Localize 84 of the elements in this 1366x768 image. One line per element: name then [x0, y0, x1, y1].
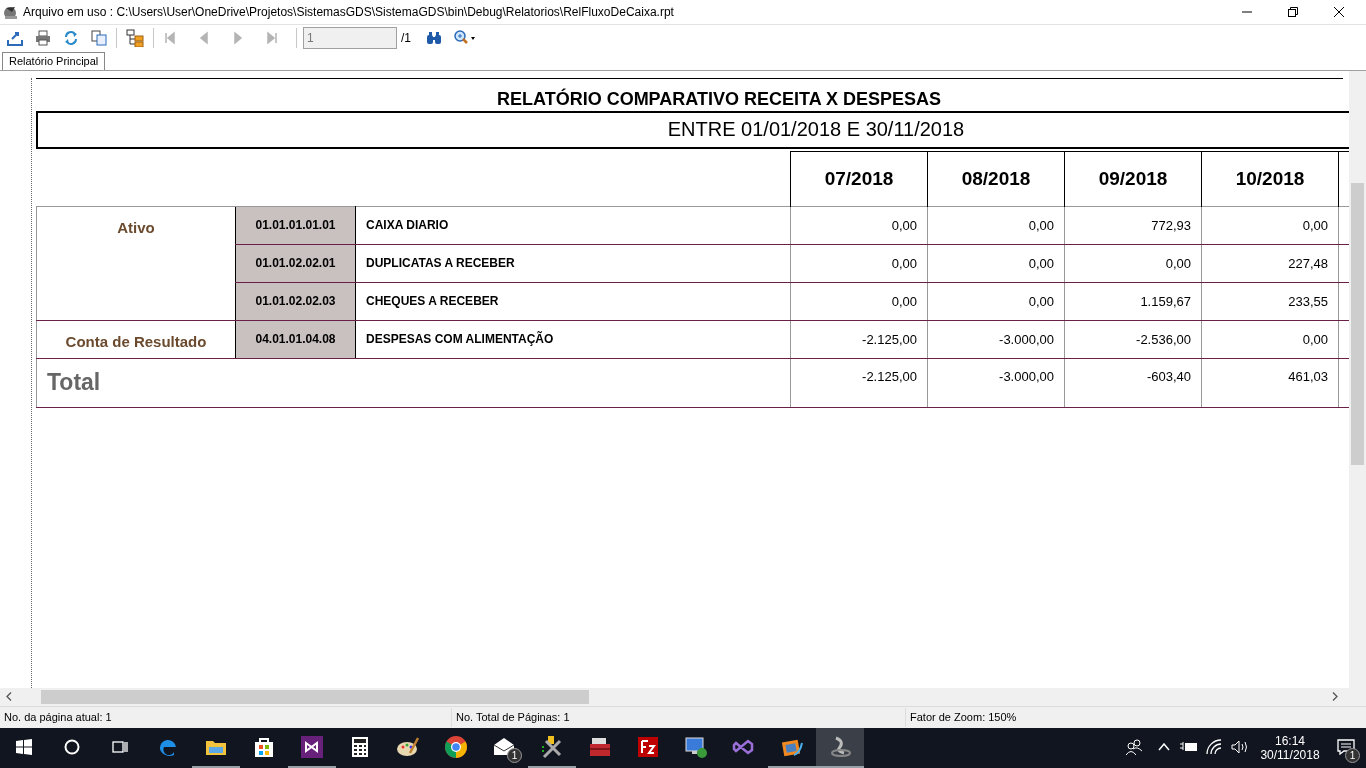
restore-icon: [1288, 7, 1298, 17]
caret-up-icon: [1158, 743, 1170, 751]
scroll-left-icon: [5, 692, 12, 702]
fz-logo-icon: [636, 735, 660, 759]
amount-cell: -2.125,00: [790, 320, 928, 359]
month-header: 07/2018: [790, 151, 928, 207]
notifications-button[interactable]: 1: [1326, 728, 1366, 768]
amount-cell: 1.159,67: [1064, 282, 1202, 321]
status-text: No. da página atual: 1: [3, 709, 113, 725]
total-amount: -603,40: [1064, 358, 1202, 408]
task-view-icon: [112, 739, 128, 755]
count-badge: 1: [1345, 748, 1360, 763]
account-name: CAIXA DIARIO: [355, 206, 791, 245]
battery-plug-icon: [1179, 740, 1199, 754]
palette-icon: [396, 735, 420, 759]
triangle-arrow-icon: [231, 30, 245, 45]
vertical-scrollbar[interactable]: [1349, 70, 1366, 688]
monitor-icon: [684, 735, 708, 759]
taskbar-app-button[interactable]: 1: [480, 728, 528, 768]
toolbox-icon: [588, 735, 612, 759]
month-header: 08/2018: [927, 151, 1065, 207]
triangle-arrow-icon: [197, 30, 211, 45]
month-header: 09/2018: [1064, 151, 1202, 207]
windows-logo-icon: [16, 739, 32, 755]
total-amount: -3.000,00: [927, 358, 1065, 408]
account-code: 01.01.02.02.01: [235, 244, 356, 283]
binoculars-icon: [426, 29, 442, 46]
amount-cell: 0,00: [790, 206, 928, 245]
clock-button[interactable]: 16:14 30/11/2018: [1254, 728, 1326, 768]
tree-icon: [126, 28, 144, 47]
export-icon: [7, 29, 23, 46]
amount-cell: 0,00: [927, 282, 1065, 321]
skip-arrow-icon: [163, 30, 177, 45]
amount-cell: 0,00: [1201, 206, 1339, 245]
amount-cell: 233,55: [1201, 282, 1339, 321]
infinity-logo-icon: [300, 735, 324, 759]
amount-cell: -3.000,00: [927, 320, 1065, 359]
page-number-field[interactable]: 1: [303, 26, 397, 49]
scroll-right-icon: [1331, 692, 1338, 702]
search-circle-icon: [64, 739, 80, 755]
chrome-logo-icon: [444, 735, 468, 759]
month-header: 10/2018: [1201, 151, 1339, 207]
date-range: ENTRE 01/01/2018 E 30/11/2018: [666, 118, 966, 142]
amount-cell: 0,00: [790, 244, 928, 283]
amount-cell: -2.536,00: [1064, 320, 1202, 359]
amount-cell: 0,00: [1201, 320, 1339, 359]
account-code: 04.01.01.04.08: [235, 320, 356, 359]
amount-cell: 0,00: [927, 206, 1065, 245]
clock-time: 16:14: [1275, 734, 1305, 748]
speaker-icon: [1231, 739, 1249, 755]
printer-icon: [35, 29, 51, 46]
account-code: 01.01.02.02.03: [235, 282, 356, 321]
amount-cell: 0,00: [1064, 244, 1202, 283]
count-badge: 1: [507, 748, 522, 763]
skip-arrow-icon: [265, 30, 279, 45]
amount-cell: 0,00: [927, 244, 1065, 283]
total-amount: 461,03: [1201, 358, 1339, 408]
amount-cell: 0,00: [790, 282, 928, 321]
amount-cell: 227,48: [1201, 244, 1339, 283]
total-label: Total: [36, 358, 791, 408]
people-icon: [1125, 738, 1143, 756]
app-icon: [3, 4, 19, 20]
clock-date: 30/11/2018: [1260, 748, 1320, 762]
amount-cell: 772,93: [1064, 206, 1202, 245]
status-text: Fator de Zoom: 150%: [905, 707, 1366, 727]
group-tree-button[interactable]: [123, 26, 147, 49]
report-tab[interactable]: Relatório Principal: [2, 51, 106, 70]
zoom-icon: [454, 29, 478, 46]
total-amount: -2.125,00: [790, 358, 928, 408]
window-title: Arquivo em uso : C:\Users\User\OneDrive\Projetos\SistemasGDS\SistemaGDS\bin\Debug\Relatorios\RelFluxoDeCaixa.rpt: [22, 5, 675, 19]
account-name: DESPESAS COM ALIMENTAÇÃO: [355, 320, 791, 359]
page-total: /1: [401, 30, 411, 45]
account-name: DUPLICATAS A RECEBER: [355, 244, 791, 283]
copy-icon: [91, 29, 107, 46]
logo-swirl-icon: [828, 735, 852, 759]
refresh-icon: [63, 29, 79, 46]
status-text: No. Total de Páginas: 1: [451, 707, 905, 727]
tools-icon: [540, 735, 564, 759]
account-name: CHEQUES A RECEBER: [355, 282, 791, 321]
close-icon: [1334, 7, 1344, 17]
account-code: 01.01.01.01.01: [235, 206, 356, 245]
report-title: RELATÓRIO COMPARATIVO RECEITA X DESPESAS: [495, 87, 942, 111]
shopping-bag-icon: [252, 735, 276, 759]
wifi-icon: [1205, 739, 1223, 755]
